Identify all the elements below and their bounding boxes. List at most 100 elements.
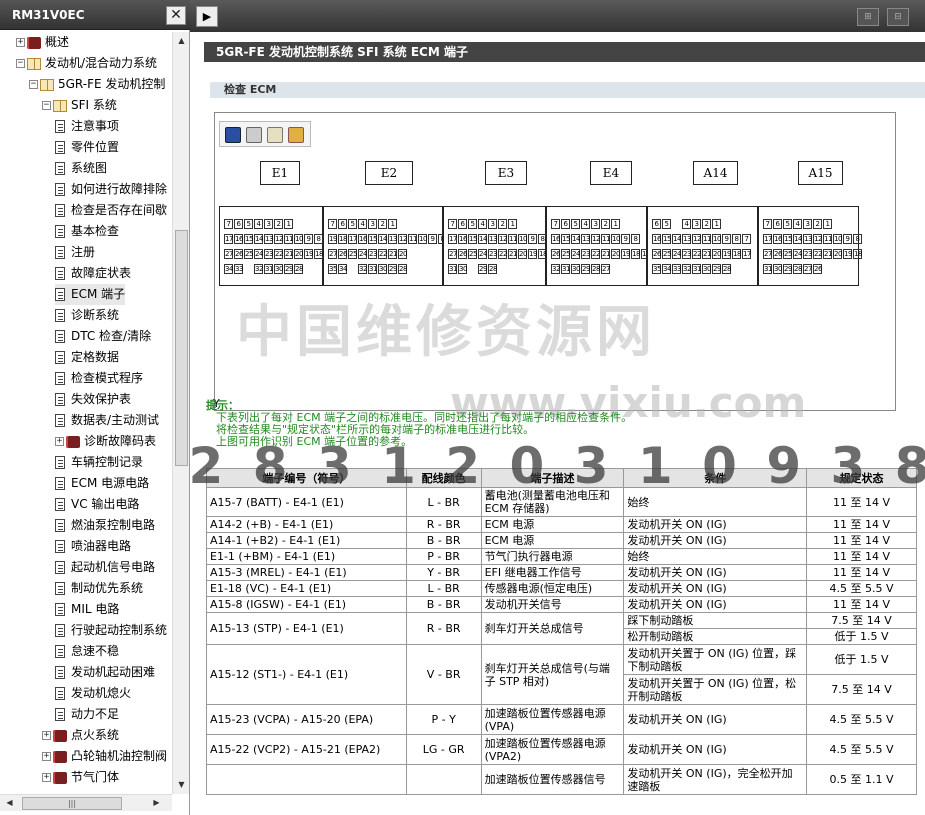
email-icon[interactable] [267,127,283,143]
document-icon [55,603,65,616]
sidebar-item[interactable]: 失效保护表 [55,389,131,410]
save-icon[interactable] [225,127,241,143]
expand-icon[interactable]: + [16,38,25,47]
connector-pin: 25 [348,249,357,259]
expand-icon[interactable]: + [42,773,51,782]
book-icon [53,771,67,784]
connector-pin: 33 [234,264,243,274]
sidebar-item[interactable]: − 5GR-FE 发动机控制 [29,74,165,95]
spec-cell: 4.5 至 5.5 V [806,704,917,735]
sidebar-item-label: 数据表/主动测试 [71,413,160,427]
collapse-icon[interactable]: − [29,80,38,89]
sidebar-item[interactable]: 基本检查 [55,221,119,242]
sidebar-item[interactable]: 诊断系统 [55,305,119,326]
connector-pin: 11 [823,234,832,244]
sidebar-item[interactable]: − SFI 系统 [42,95,117,116]
sidebar-item[interactable]: 零件位置 [55,137,119,158]
connector-pin: 1 [388,219,397,229]
expand-icon[interactable]: + [55,437,64,446]
connector-pin: 27 [224,249,233,259]
expand-all-button[interactable]: ⊞ [857,8,879,26]
condition-cell: 踩下制动踏板 [623,612,808,629]
sidebar-item[interactable]: 车辆控制记录 [55,452,143,473]
hint-line: 上图可用作识别 ECM 端子位置的参考。 [216,435,413,448]
expand-icon[interactable]: + [42,731,51,740]
sidebar-item[interactable]: 行驶起动控制系统 [55,620,167,641]
sidebar-item-label: 车辆控制记录 [71,455,144,469]
sidebar-item[interactable]: VC 输出电路 [55,494,139,515]
sidebar-item[interactable]: 发动机起动困难 [55,662,155,683]
vertical-scrollbar[interactable]: ▲ ▼ [172,32,189,794]
sidebar-item[interactable]: + 概述 [16,32,69,53]
connector-pin: 32 [358,264,367,274]
connector-pin-block: 7654321191817161514131211109827262524232… [323,206,447,286]
sidebar-item-label: 诊断故障码表 [84,434,157,448]
connector-pin: 29 [581,264,590,274]
connector-label: E3 [485,161,527,185]
sidebar-item[interactable]: 喷油器电路 [55,536,131,557]
sidebar-item[interactable]: ECM 端子 [55,284,126,305]
scroll-up-icon[interactable]: ▲ [175,34,188,48]
sidebar-item[interactable]: 如何进行故障排除 [55,179,167,200]
sidebar-item[interactable]: 检查模式程序 [55,368,143,389]
sidebar-item[interactable]: 数据表/主动测试 [55,410,159,431]
sidebar-item-label: 定格数据 [71,350,120,364]
description-cell: 加速踏板位置传感器电源(VPA) [480,704,625,735]
sidebar-item[interactable]: − 发动机/混合动力系统 [16,53,157,74]
connector-pin: 27 [448,249,457,259]
connector-pin: 16 [551,234,560,244]
wire-color-cell: V - BR [405,644,482,705]
wire-color-cell: P - BR [405,548,482,565]
sidebar-item[interactable]: + 凸轮轴机油控制阀 [42,746,167,767]
sidebar-item[interactable]: + 点火系统 [42,725,119,746]
close-icon[interactable]: ✕ [166,6,186,25]
print-icon[interactable] [246,127,262,143]
sidebar-item[interactable]: 检查是否存在间歇 [55,200,167,221]
sidebar-item[interactable]: ECM 电源电路 [55,473,149,494]
sidebar-item[interactable]: 故障症状表 [55,263,131,284]
document-icon [55,162,65,175]
terminal-cell: A15-8 (IGSW) - E4-1 (E1) [206,596,407,613]
table-row: A15-3 (MREL) - E4-1 (E1) Y - BR EFI 继电器工作信… [206,564,917,581]
scroll-right-icon[interactable]: ▶ [150,796,163,810]
table-row: E1-18 (VC) - E4-1 (E1) L - BR 传感器电源(恒定电压) 发… [206,580,917,597]
sidebar-item[interactable]: 起动机信号电路 [55,557,155,578]
wire-color-cell: R - BR [405,516,482,533]
sidebar-item[interactable]: 系统图 [55,158,107,179]
sidebar-item[interactable]: 动力不足 [55,704,119,725]
figure-toolbar [219,121,311,147]
connector-pin: 20 [518,249,527,259]
sidebar-item[interactable]: 怠速不稳 [55,641,119,662]
connector-pin: 4 [682,219,691,229]
sidebar-item[interactable]: 燃油泵控制电路 [55,515,155,536]
sidebar-item[interactable]: 发动机熄火 [55,683,131,704]
horizontal-scrollbar[interactable]: ◀ ||| ▶ [0,794,172,811]
scroll-thumb[interactable] [175,230,188,466]
sidebar-item-label: 检查是否存在间歇 [71,203,168,217]
collapse-all-button[interactable]: ⊟ [887,8,909,26]
expand-sidebar-button[interactable]: ▶ [196,6,218,27]
scroll-down-icon[interactable]: ▼ [175,778,188,792]
document-icon [55,309,65,322]
connector-pin: 25 [244,249,253,259]
sidebar-item[interactable]: 注册 [55,242,95,263]
sidebar-item[interactable]: 制动优先系统 [55,578,143,599]
connector-pin: 17 [348,234,357,244]
sidebar-item[interactable]: DTC 检查/清除 [55,326,151,347]
connector-pin: 14 [254,234,263,244]
connector-label: E4 [590,161,632,185]
zoom-icon[interactable] [288,127,304,143]
document-icon [55,141,65,154]
connector-pin: 10 [418,234,427,244]
sidebar-item[interactable]: 定格数据 [55,347,119,368]
expand-icon[interactable]: + [42,752,51,761]
hscroll-thumb[interactable]: ||| [22,797,122,810]
sidebar-item[interactable]: MIL 电路 [55,599,119,620]
collapse-icon[interactable]: − [16,59,25,68]
scroll-left-icon[interactable]: ◀ [3,796,16,810]
connector-pin: 15 [368,234,377,244]
collapse-icon[interactable]: − [42,101,51,110]
sidebar-item[interactable]: + 节气门体 [42,767,119,788]
sidebar-item[interactable]: + 诊断故障码表 [55,431,156,452]
sidebar-item[interactable]: 注意事项 [55,116,119,137]
